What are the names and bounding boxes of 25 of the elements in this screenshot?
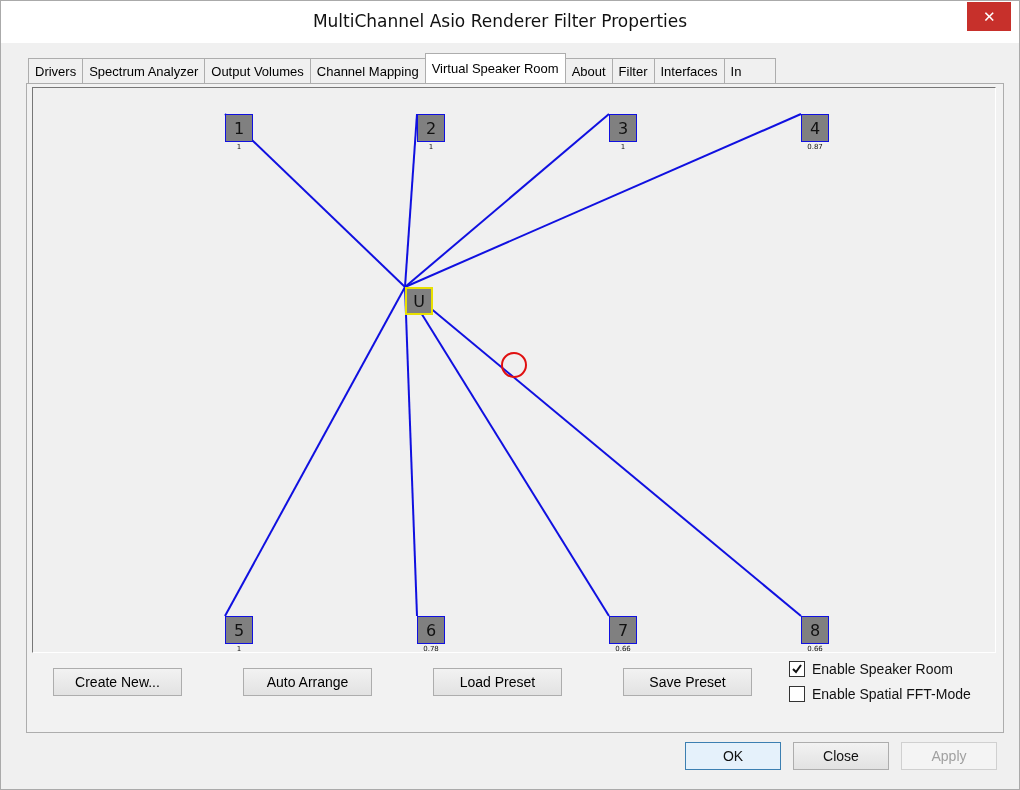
checkbox[interactable] bbox=[789, 661, 805, 677]
tab[interactable]: In bbox=[723, 58, 776, 83]
close-button[interactable]: ✕ bbox=[967, 2, 1011, 31]
action-button[interactable]: Save Preset bbox=[623, 667, 752, 696]
window-title: MultiChannel Asio Renderer Filter Properties bbox=[312, 11, 688, 31]
dialog-button[interactable]: OK bbox=[685, 742, 781, 770]
action-button[interactable]: Auto Arrange bbox=[243, 667, 372, 696]
dialog-button[interactable]: Close bbox=[793, 742, 889, 770]
action-button[interactable]: Create New... bbox=[53, 667, 182, 696]
action-button[interactable]: Load Preset bbox=[433, 667, 562, 696]
speaker-node[interactable]: 7 bbox=[609, 616, 637, 644]
speaker-node[interactable]: 1 bbox=[225, 114, 253, 142]
speaker-node[interactable]: 8 bbox=[801, 616, 829, 644]
tab[interactable]: Virtual Speaker Room bbox=[424, 53, 566, 83]
tab[interactable]: Drivers bbox=[28, 58, 84, 83]
speaker-node[interactable]: 2 bbox=[417, 114, 445, 142]
speaker-node[interactable]: 6 bbox=[417, 616, 445, 644]
listener-node[interactable]: U bbox=[405, 287, 433, 315]
checkbox-label: Enable Speaker Room bbox=[812, 661, 953, 677]
speaker-node[interactable]: 5 bbox=[225, 616, 253, 644]
speaker-node[interactable]: 4 bbox=[801, 114, 829, 142]
position-marker-icon[interactable] bbox=[501, 352, 527, 378]
speaker-node[interactable]: 3 bbox=[609, 114, 637, 142]
checkbox-label: Enable Spatial FFT-Mode bbox=[812, 686, 971, 702]
checkbox[interactable] bbox=[789, 686, 805, 702]
